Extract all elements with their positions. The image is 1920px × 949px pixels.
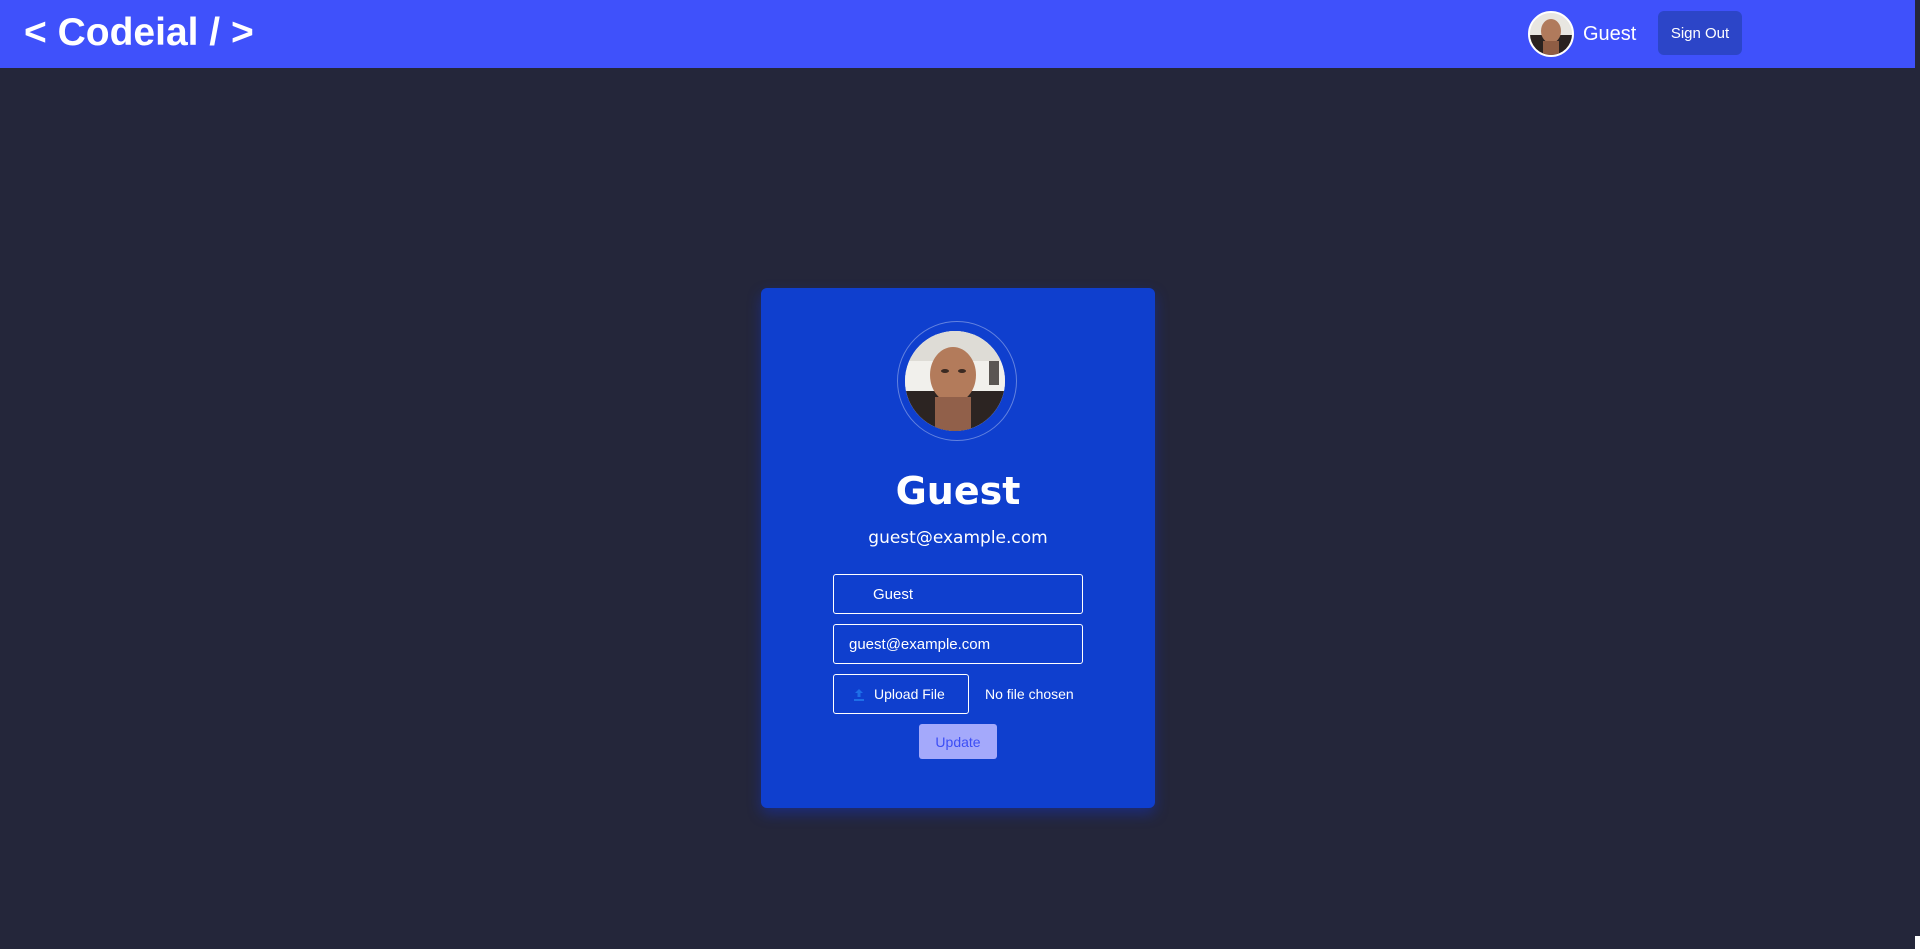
upload-icon bbox=[854, 689, 864, 701]
profile-avatar bbox=[905, 331, 1005, 431]
sign-out-button[interactable]: Sign Out bbox=[1658, 11, 1742, 55]
nav-avatar[interactable] bbox=[1528, 11, 1574, 57]
profile-name: Guest bbox=[895, 469, 1021, 513]
file-status-text: No file chosen bbox=[985, 686, 1074, 702]
top-navbar: < Codeial / > Guest Sign Out bbox=[0, 0, 1915, 68]
nav-user-profile[interactable]: Guest bbox=[1528, 11, 1636, 57]
name-input[interactable] bbox=[833, 574, 1083, 614]
profile-card: Guest guest@example.com Upload File No f… bbox=[761, 288, 1155, 808]
nav-username: Guest bbox=[1583, 22, 1637, 45]
upload-file-button[interactable]: Upload File bbox=[833, 674, 969, 714]
scrollbar-corner bbox=[1915, 936, 1920, 949]
email-input[interactable] bbox=[833, 624, 1083, 664]
profile-email: guest@example.com bbox=[868, 528, 1048, 548]
update-button[interactable]: Update bbox=[919, 724, 997, 759]
upload-file-label: Upload File bbox=[874, 686, 945, 702]
app-logo[interactable]: < Codeial / > bbox=[24, 11, 254, 55]
